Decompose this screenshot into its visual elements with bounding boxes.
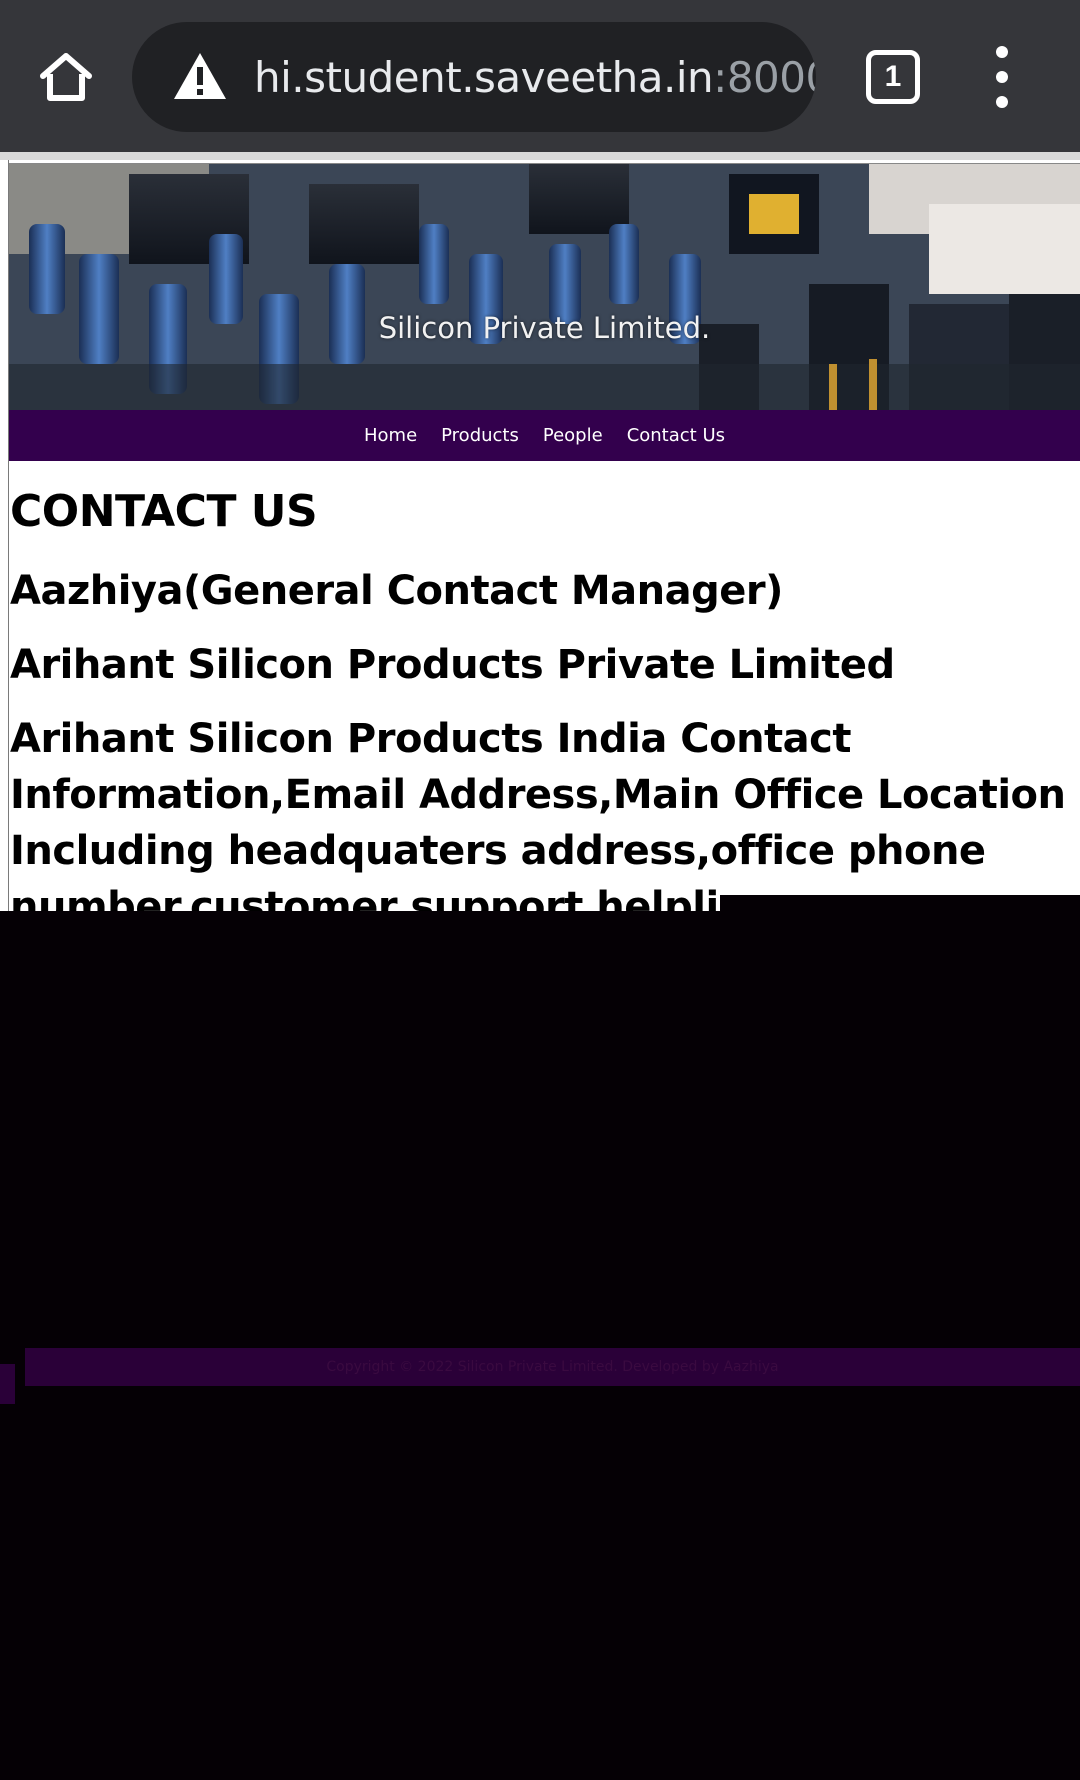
tab-count: 1 (884, 60, 902, 93)
warning-icon[interactable] (172, 49, 228, 105)
company-name: Arihant Silicon Products Private Limited (10, 642, 895, 688)
dark-overlay-notch (720, 895, 1080, 912)
nav-products[interactable]: Products (441, 425, 519, 446)
menu-dot (996, 71, 1008, 83)
browser-toolbar: hi.student.saveetha.in:8000 1 (0, 0, 1080, 152)
nav-contact-us[interactable]: Contact Us (627, 425, 725, 446)
header-banner: Silicon Private Limited. (9, 163, 1080, 410)
toolbar-divider (0, 152, 1080, 160)
tab-switcher-icon[interactable]: 1 (866, 50, 920, 104)
footer-text: Copyright © 2022 Silicon Private Limited… (326, 1359, 779, 1375)
url-port: :8000 (713, 52, 816, 102)
contact-manager: Aazhiya(General Contact Manager) (10, 568, 783, 614)
main-nav: Home Products People Contact Us (9, 410, 1080, 461)
home-icon[interactable] (30, 42, 102, 114)
menu-dot (996, 46, 1008, 58)
page-content: CONTACT US Aazhiya(General Contact Manag… (10, 461, 1070, 911)
url-host: hi.student.saveetha.in (254, 52, 714, 102)
more-vert-icon[interactable] (984, 46, 1020, 108)
menu-dot (996, 96, 1008, 108)
page-footer: Copyright © 2022 Silicon Private Limited… (25, 1348, 1080, 1386)
contact-info-text: Arihant Silicon Products India Contact I… (10, 716, 1066, 911)
footer-left-strip (0, 1364, 15, 1404)
web-page: Silicon Private Limited. Home Products P… (0, 160, 1080, 911)
dark-overlay (0, 911, 1080, 1780)
nav-people[interactable]: People (543, 425, 603, 446)
nav-home[interactable]: Home (364, 425, 417, 446)
page-heading: CONTACT US (10, 486, 318, 537)
url-text: hi.student.saveetha.in:8000 (254, 53, 816, 102)
banner-title: Silicon Private Limited. (378, 311, 711, 345)
address-bar[interactable]: hi.student.saveetha.in:8000 (132, 22, 816, 132)
circuit-board-image (9, 164, 1080, 410)
